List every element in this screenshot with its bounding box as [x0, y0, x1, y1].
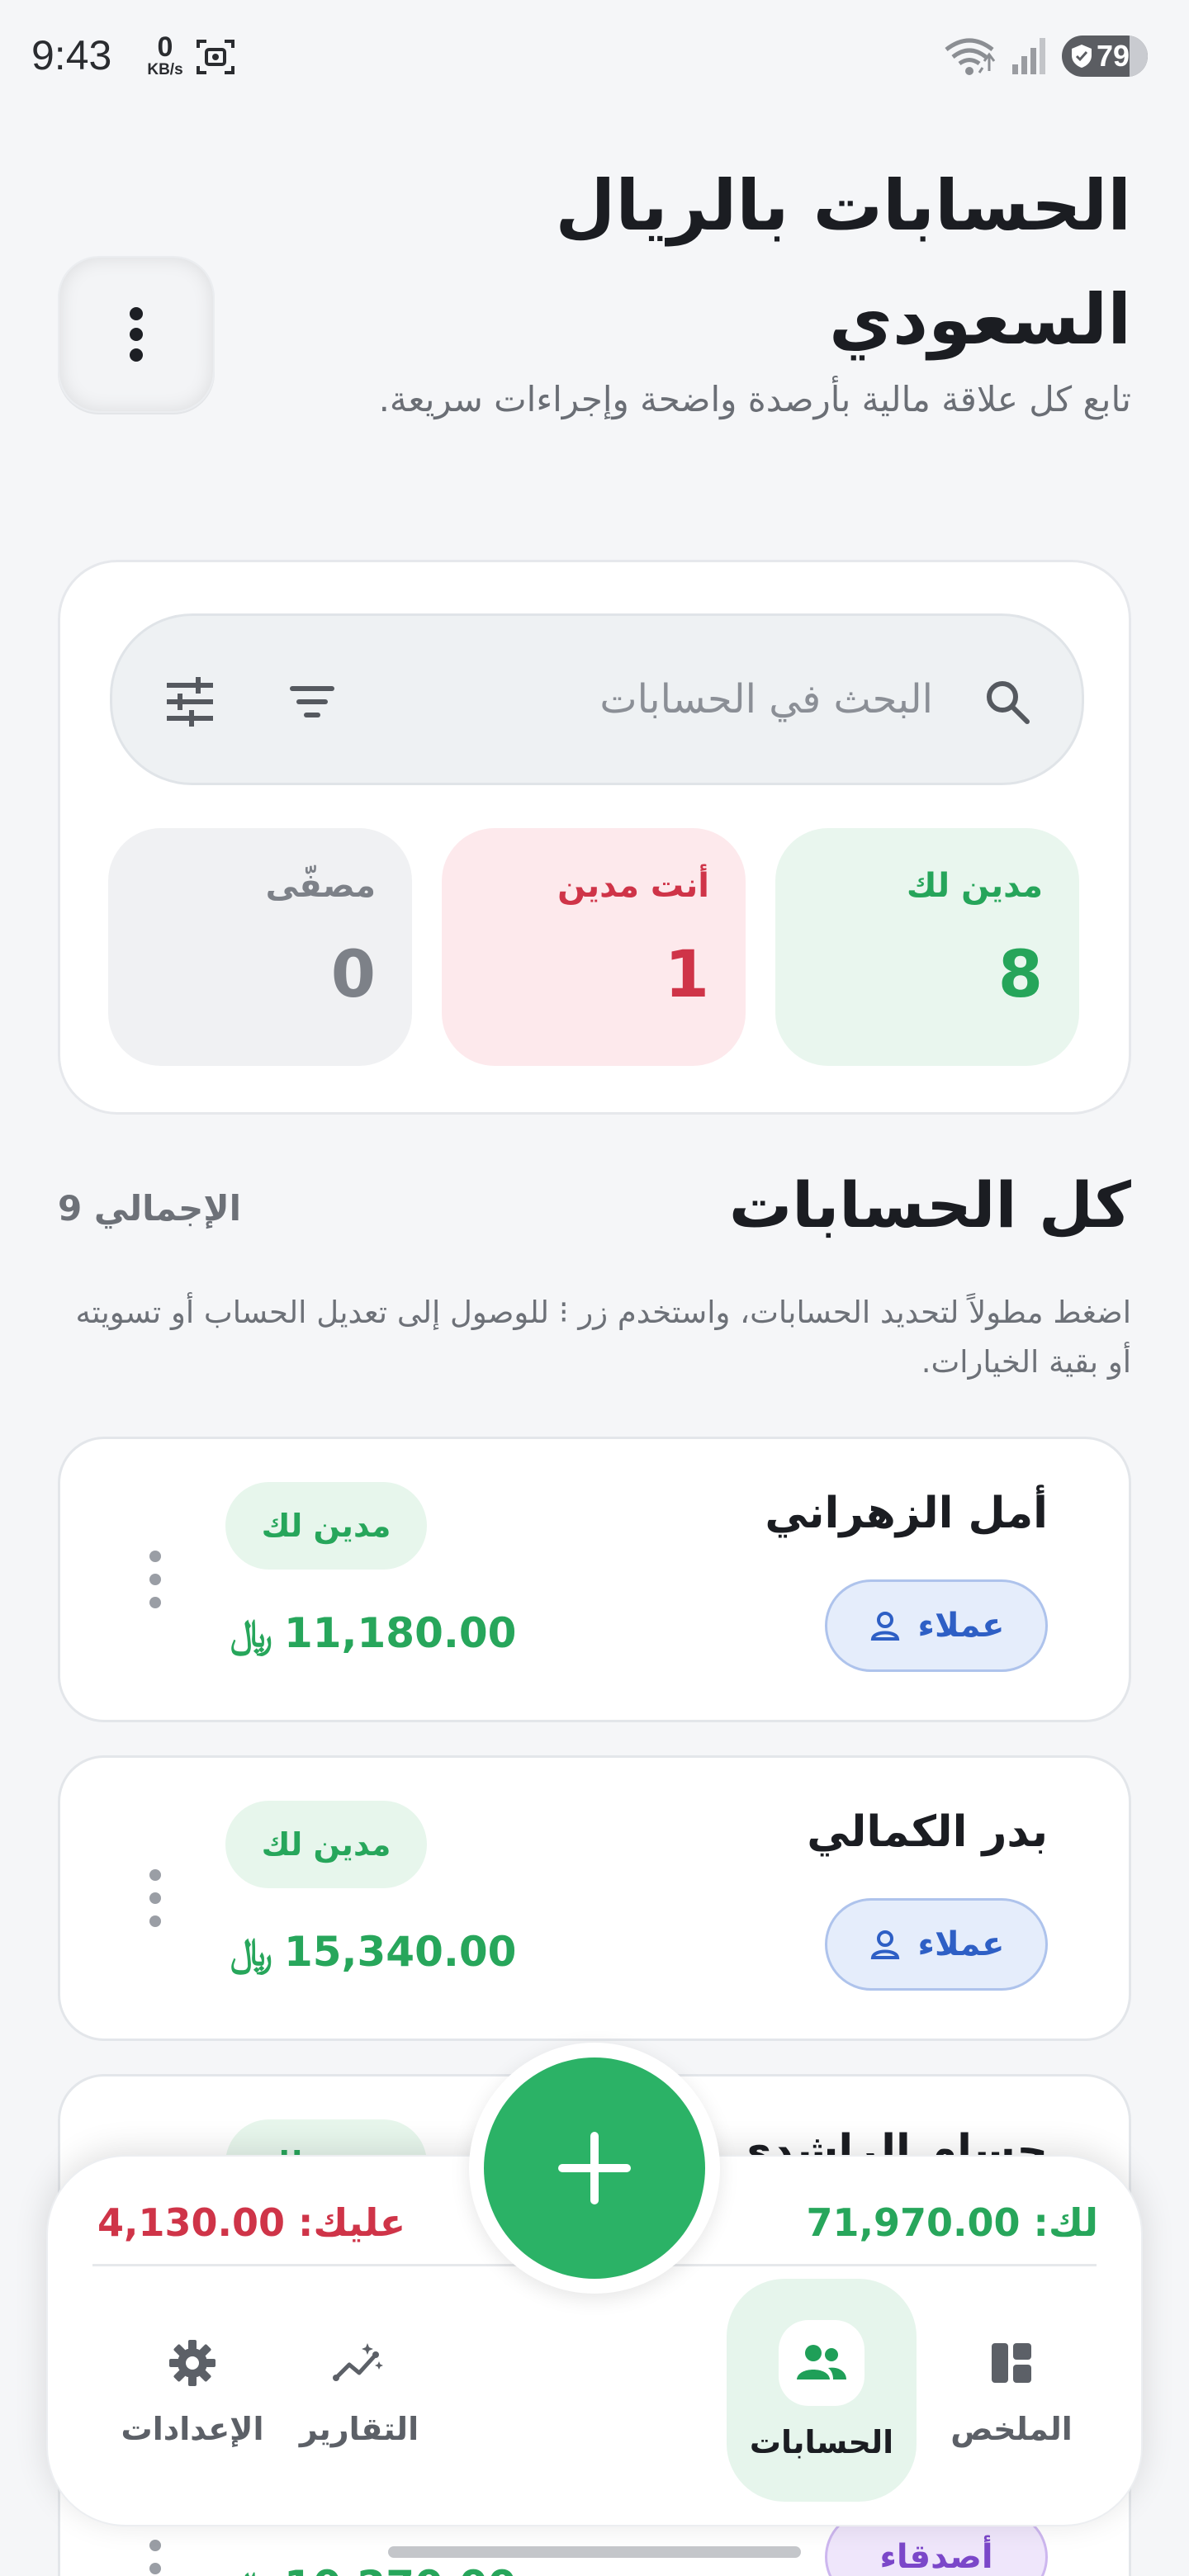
account-card[interactable]: بدر الكمالي عملاء مدين لك ﷼ 15,340.00: [58, 1755, 1131, 2041]
summary-card: مدين لك 8 أنت مدين 1 مصفّى 0: [58, 560, 1131, 1115]
search-icon: [987, 681, 1030, 724]
stat-owed-to-you-value: 8: [997, 938, 1043, 1012]
account-balance-value: 11,180.00: [283, 1609, 517, 1657]
account-balance: ﷼ 11,180.00: [230, 1604, 516, 1662]
account-category-chip[interactable]: عملاء: [825, 1579, 1048, 1672]
account-name: أمل الزهراني: [765, 1489, 1048, 1538]
stat-you-owe-label: أنت مدين: [557, 867, 709, 905]
more-vertical-icon[interactable]: [143, 2536, 168, 2576]
nav-summary-label: الملخص: [950, 2411, 1073, 2447]
riyal-symbol: ﷼: [230, 1611, 272, 1655]
dashboard-icon: [992, 2343, 1031, 2383]
insights-icon: [333, 2343, 383, 2381]
account-balance-value: 15,340.00: [283, 1928, 517, 1976]
nav-reports[interactable]: التقارير: [264, 2279, 454, 2502]
account-status-badge: مدين لك: [225, 1482, 427, 1570]
home-indicator[interactable]: [388, 2546, 801, 2558]
network-speed-unit: KB/s: [147, 61, 183, 78]
section-total: الإجمالي 9: [58, 1188, 241, 1229]
more-vertical-icon[interactable]: [143, 1865, 168, 1931]
account-status-badge: مدين لك: [225, 1801, 427, 1888]
person-icon: [870, 1930, 899, 1959]
gear-icon: [169, 2340, 216, 2386]
section-hint: اضغط مطولاً لتحديد الحسابات، واستخدم زر …: [75, 1295, 1132, 1380]
nav-accounts[interactable]: الحسابات: [727, 2279, 917, 2502]
stat-owed-to-you-label: مدين لك: [906, 867, 1043, 905]
people-icon: [797, 2345, 846, 2379]
signal-icon: [1012, 38, 1045, 74]
page-menu-button[interactable]: [58, 256, 215, 413]
nav-settings[interactable]: الإعدادات: [97, 2279, 287, 2502]
battery-level: 79: [1097, 39, 1130, 73]
nav-reports-label: التقارير: [299, 2411, 419, 2447]
account-card[interactable]: أمل الزهراني عملاء مدين لك ﷼ 11,180.00: [58, 1437, 1131, 1722]
total-on-you: عليك: 4,130.00: [97, 2200, 406, 2245]
total-for-you: لك: 71,970.00: [806, 2200, 1098, 2245]
account-name: بدر الكمالي: [807, 1807, 1048, 1857]
search-input[interactable]: [355, 662, 933, 736]
filter-icon[interactable]: [286, 675, 339, 728]
battery-indicator: 79: [1062, 36, 1148, 77]
status-right-group: 79: [943, 33, 1148, 79]
riyal-symbol: ﷼: [230, 2557, 272, 2576]
add-account-button[interactable]: [469, 2043, 720, 2294]
screenshot-icon: [197, 40, 234, 74]
account-category-label: أصدقاء: [879, 2538, 993, 2576]
status-bar: 9:43 0 KB/s 79: [0, 0, 1189, 116]
account-category-chip[interactable]: عملاء: [825, 1898, 1048, 1991]
add-account-button-inner: [484, 2057, 705, 2279]
status-time: 9:43: [31, 32, 112, 78]
network-speed-value: 0: [157, 31, 173, 63]
account-balance: ﷼ 15,340.00: [230, 1923, 516, 1981]
stat-settled-value: 0: [330, 938, 376, 1012]
wifi-icon: [945, 38, 996, 75]
account-category-label: عملاء: [917, 1607, 1005, 1645]
section-title: كل الحسابات: [728, 1168, 1131, 1242]
nav-settings-label: الإعدادات: [121, 2411, 264, 2447]
person-icon: [870, 1612, 899, 1641]
stat-you-owe[interactable]: أنت مدين 1: [442, 828, 746, 1066]
stat-settled-label: مصفّى: [265, 867, 376, 905]
network-speed: 0 KB/s: [142, 33, 188, 79]
account-balance-value: 10,270.00: [284, 2557, 517, 2576]
account-category-label: عملاء: [917, 1925, 1005, 1963]
search-bar[interactable]: [110, 613, 1084, 785]
stat-settled[interactable]: مصفّى 0: [108, 828, 412, 1066]
account-balance: ﷼ 10,270.00: [230, 2557, 516, 2576]
tune-icon[interactable]: [162, 674, 218, 730]
shield-icon: [1072, 45, 1092, 68]
riyal-symbol: ﷼: [230, 1930, 272, 1974]
stat-owed-to-you[interactable]: مدين لك 8: [775, 828, 1079, 1066]
plus-icon: [558, 2132, 631, 2204]
more-vertical-icon: [130, 307, 143, 362]
more-vertical-icon[interactable]: [143, 1546, 168, 1612]
nav-accounts-label: الحسابات: [749, 2424, 894, 2460]
page-subtitle: تابع كل علاقة مالية بأرصدة واضحة وإجراءا…: [378, 379, 1131, 419]
page-title: الحسابات بالريال السعودي: [555, 165, 1131, 360]
stat-you-owe-value: 1: [664, 938, 709, 1012]
nav-summary[interactable]: الملخص: [917, 2279, 1106, 2502]
